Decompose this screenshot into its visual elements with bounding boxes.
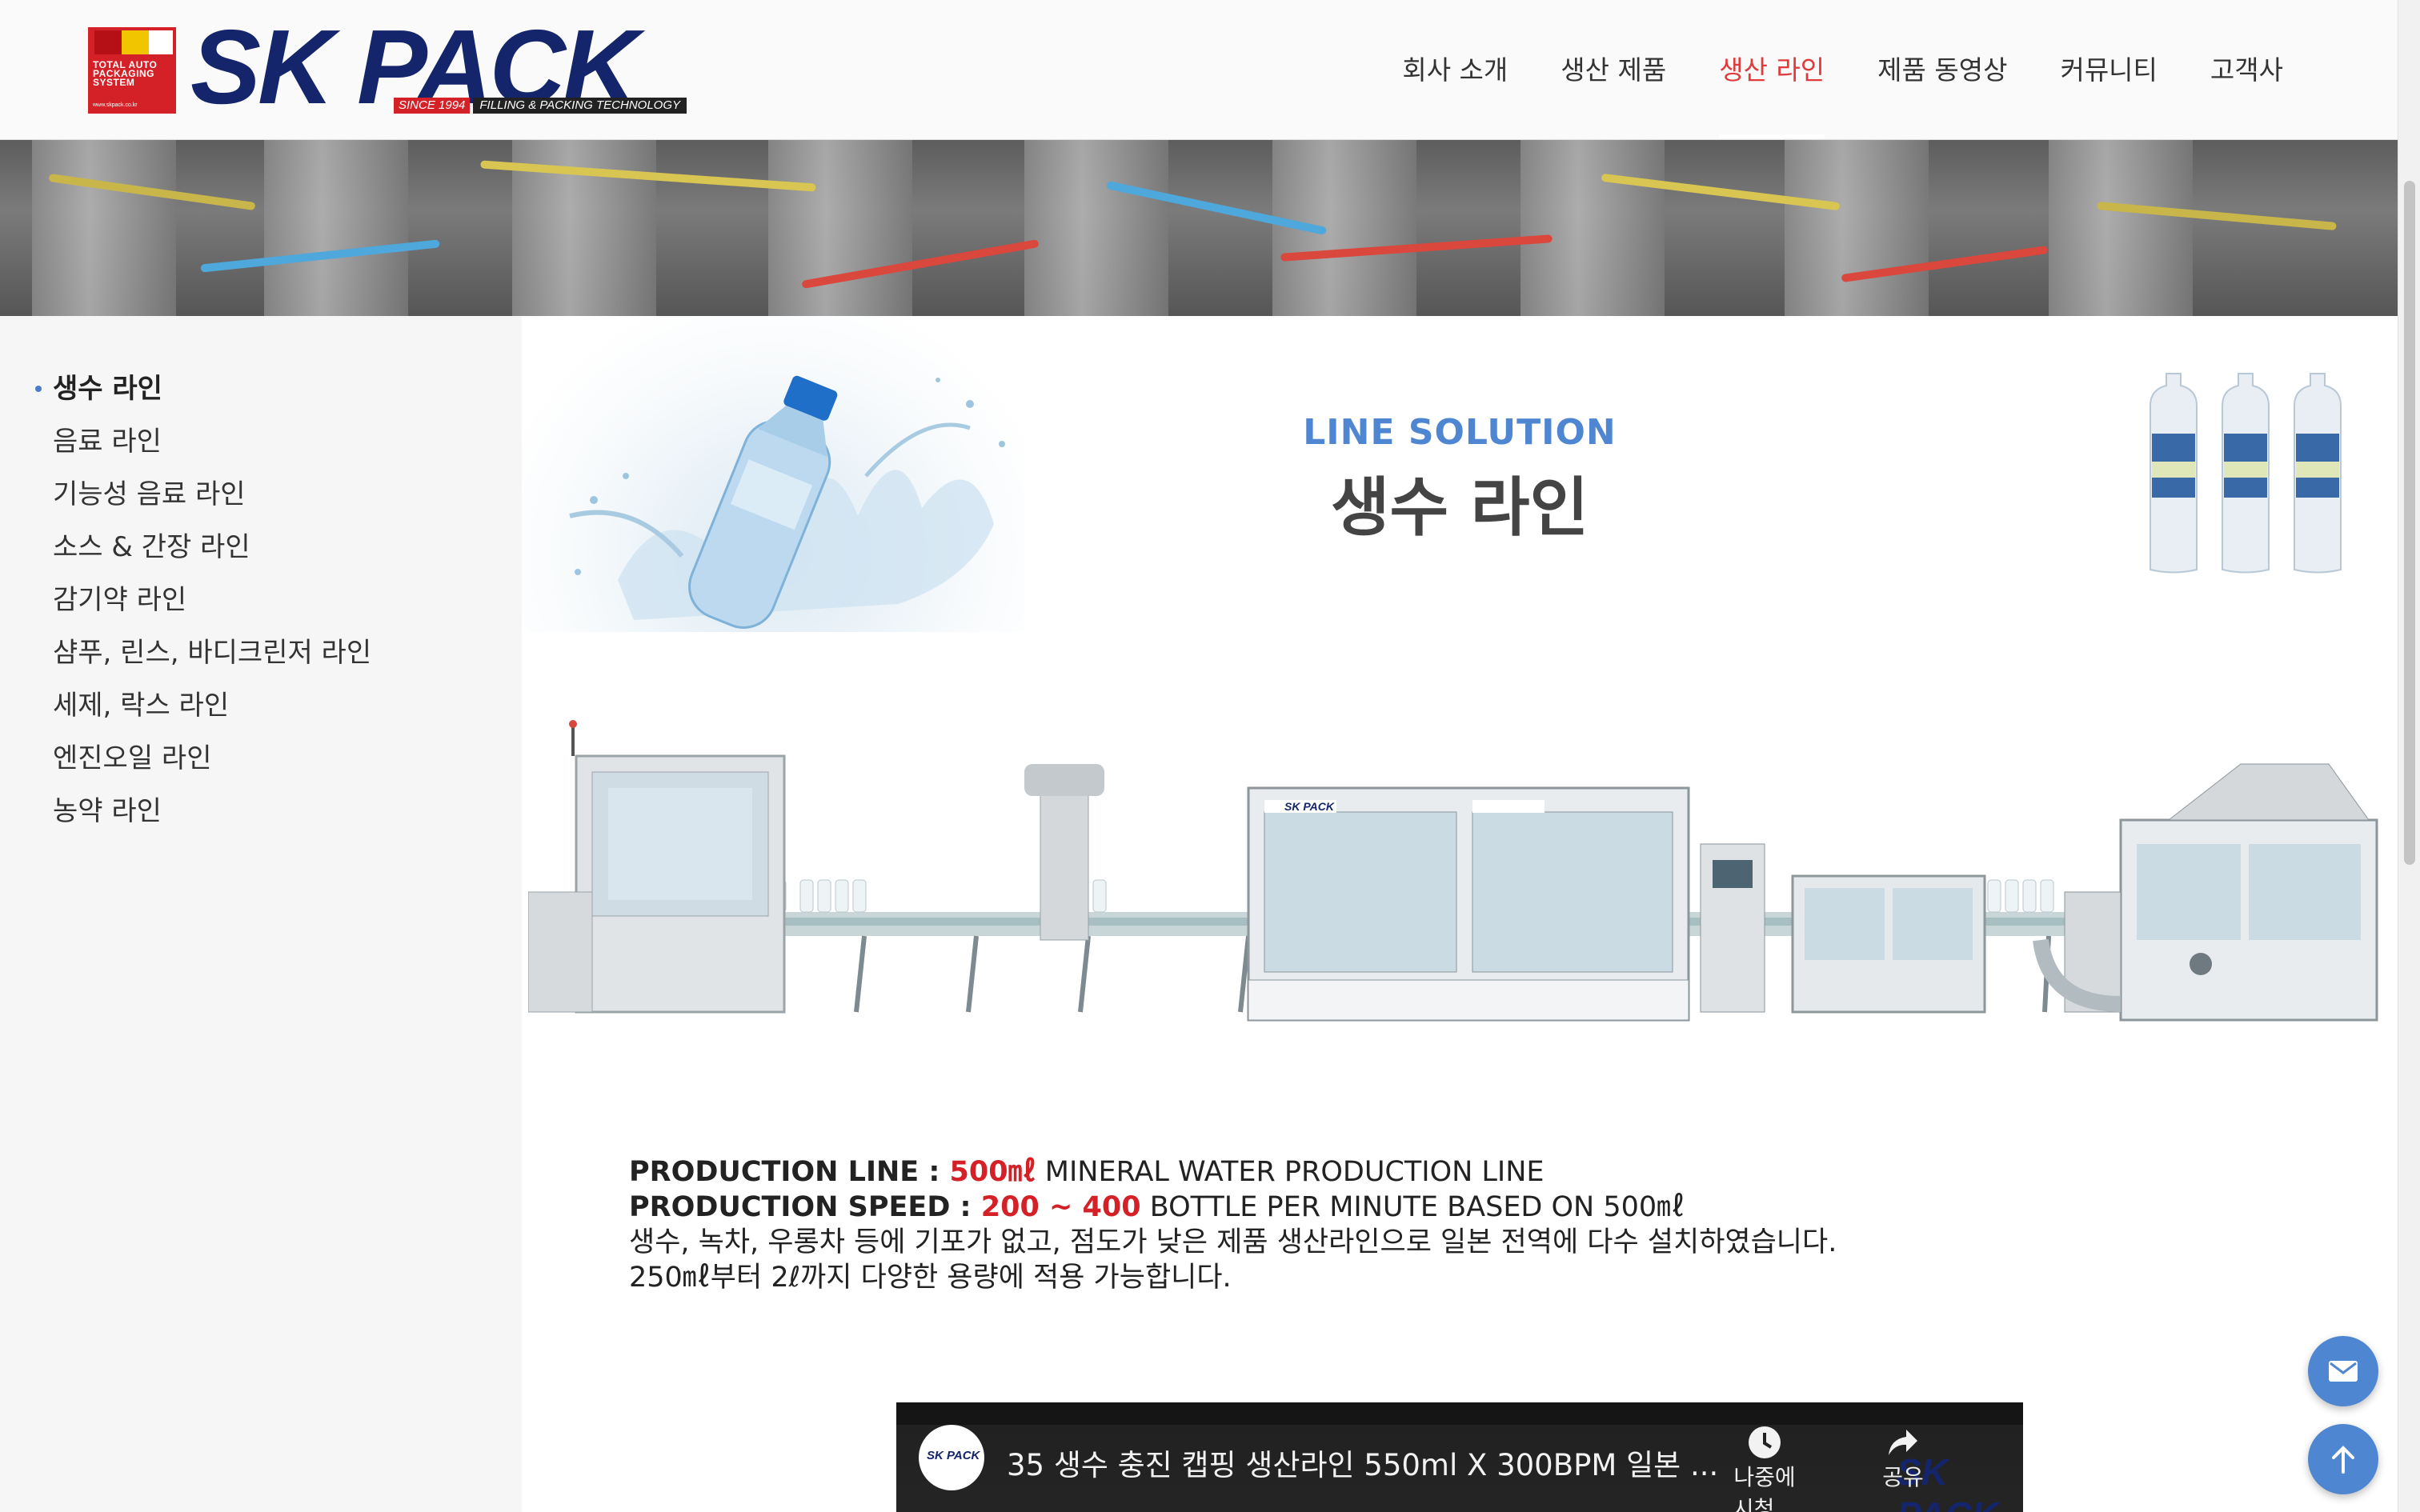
spec-description-1: 생수, 녹차, 우롱차 등에 기포가 없고, 점도가 낮은 제품 생산라인으로 … [629, 1226, 1837, 1258]
share-icon [1889, 1430, 1917, 1455]
mail-button[interactable] [2308, 1336, 2378, 1406]
channel-avatar-text: SK PACK [927, 1449, 980, 1462]
scroll-top-button[interactable] [2308, 1424, 2378, 1494]
clock-icon [1749, 1426, 1781, 1458]
video-embed[interactable]: SK PACK 35 생수 충진 캡핑 생산라인 550ml X 300BPM … [896, 1402, 2023, 1512]
logo-badge[interactable]: TOTAL AUTO PACKAGING SYSTEM www.skpack.c… [88, 27, 176, 114]
logo-tagline: FILLING & PACKING TECHNOLOGY [473, 98, 687, 114]
sidebar-item-functional-beverage[interactable]: 기능성 음료 라인 [53, 468, 371, 521]
arrow-up-icon [2332, 1446, 2354, 1474]
sidebar-item-sauce[interactable]: 소스 & 간장 라인 [53, 521, 371, 574]
logo-subline: SINCE 1994 FILLING & PACKING TECHNOLOGY [394, 98, 687, 114]
spec-line: PRODUCTION LINE : 500㎖ MINERAL WATER PRO… [629, 1156, 1545, 1188]
spec-speed-label: PRODUCTION SPEED [629, 1191, 951, 1223]
product-specs: PRODUCTION LINE : 500㎖ MINERAL WATER PRO… [629, 1154, 1837, 1295]
bottles-image [2150, 373, 2342, 574]
sidebar-item-shampoo[interactable]: 샴푸, 린스, 바디크린저 라인 [53, 626, 371, 679]
nav-item-clients[interactable]: 고객사 [2184, 46, 2310, 94]
main-nav: 회사 소개 생산 제품 생산 라인 제품 동영상 커뮤니티 고객사 [1376, 46, 2310, 138]
spec-speed: PRODUCTION SPEED : 200 ~ 400 BOTTLE PER … [629, 1191, 1685, 1223]
scrollbar-thumb[interactable] [2404, 181, 2415, 865]
section-eyebrow: LINE SOLUTION [1303, 412, 1617, 453]
sidebar-menu: 생수 라인 음료 라인 기능성 음료 라인 소스 & 간장 라인 감기약 라인 … [34, 362, 371, 838]
logo-since: SINCE 1994 [394, 98, 471, 114]
spec-speed-desc: BOTTLE PER MINUTE BASED ON 500㎖ [1149, 1191, 1685, 1223]
spec-speed-value: 200 ~ 400 [980, 1191, 1141, 1223]
nav-item-videos[interactable]: 제품 동영상 [1851, 46, 2033, 94]
page-scrollbar[interactable] [2398, 0, 2420, 1512]
main-content: LINE SOLUTION 생수 라인 SK PACK PRODUCTION L… [522, 316, 2398, 1512]
sidebar-item-cold-medicine[interactable]: 감기약 라인 [53, 574, 371, 626]
site-header: TOTAL AUTO PACKAGING SYSTEM www.skpack.c… [0, 0, 2398, 140]
nav-item-products[interactable]: 생산 제품 [1534, 46, 1693, 94]
channel-avatar[interactable]: SK PACK [919, 1425, 984, 1490]
mail-icon [2329, 1361, 2358, 1382]
sidebar-item-detergent[interactable]: 세제, 락스 라인 [53, 679, 371, 732]
share-button[interactable]: 공유 [1871, 1425, 1935, 1492]
spec-line-value: 500㎖ [949, 1156, 1036, 1188]
video-title[interactable]: 35 생수 충진 캡핑 생산라인 550ml X 300BPM 일본 ... [1007, 1441, 1718, 1484]
logo-badge-url: www.skpack.co.kr [93, 102, 138, 108]
watch-later-label: 나중에 시청... [1733, 1464, 1797, 1512]
logo-badge-text: TOTAL AUTO PACKAGING SYSTEM [93, 59, 158, 88]
nav-item-company[interactable]: 회사 소개 [1376, 46, 1534, 94]
nav-item-production-line[interactable]: 생산 라인 [1693, 46, 1851, 138]
spec-line-desc: MINERAL WATER PRODUCTION LINE [1044, 1156, 1545, 1188]
page-title: 생수 라인 [1330, 470, 1589, 545]
sidebar-item-beverage[interactable]: 음료 라인 [53, 415, 371, 468]
share-label: 공유 [1882, 1464, 1924, 1490]
spec-line-label: PRODUCTION LINE [629, 1156, 920, 1188]
sidebar-item-pesticide[interactable]: 농약 라인 [53, 785, 371, 838]
line-solution-heading: LINE SOLUTION 생수 라인 [522, 412, 2398, 549]
sidebar: 생수 라인 음료 라인 기능성 음료 라인 소스 & 간장 라인 감기약 라인 … [0, 316, 522, 1512]
nav-item-community[interactable]: 커뮤니티 [2033, 46, 2183, 94]
sidebar-item-engine-oil[interactable]: 엔진오일 라인 [53, 732, 371, 785]
sidebar-item-mineral-water[interactable]: 생수 라인 [34, 362, 371, 415]
watch-later-button[interactable]: 나중에 시청... [1721, 1425, 1809, 1512]
machine-logo-text: SK PACK [1284, 800, 1335, 813]
spec-description-2: 250㎖부터 2ℓ까지 다양한 용량에 적용 가능합니다. [629, 1262, 1232, 1294]
hero-banner-image [0, 140, 2398, 316]
